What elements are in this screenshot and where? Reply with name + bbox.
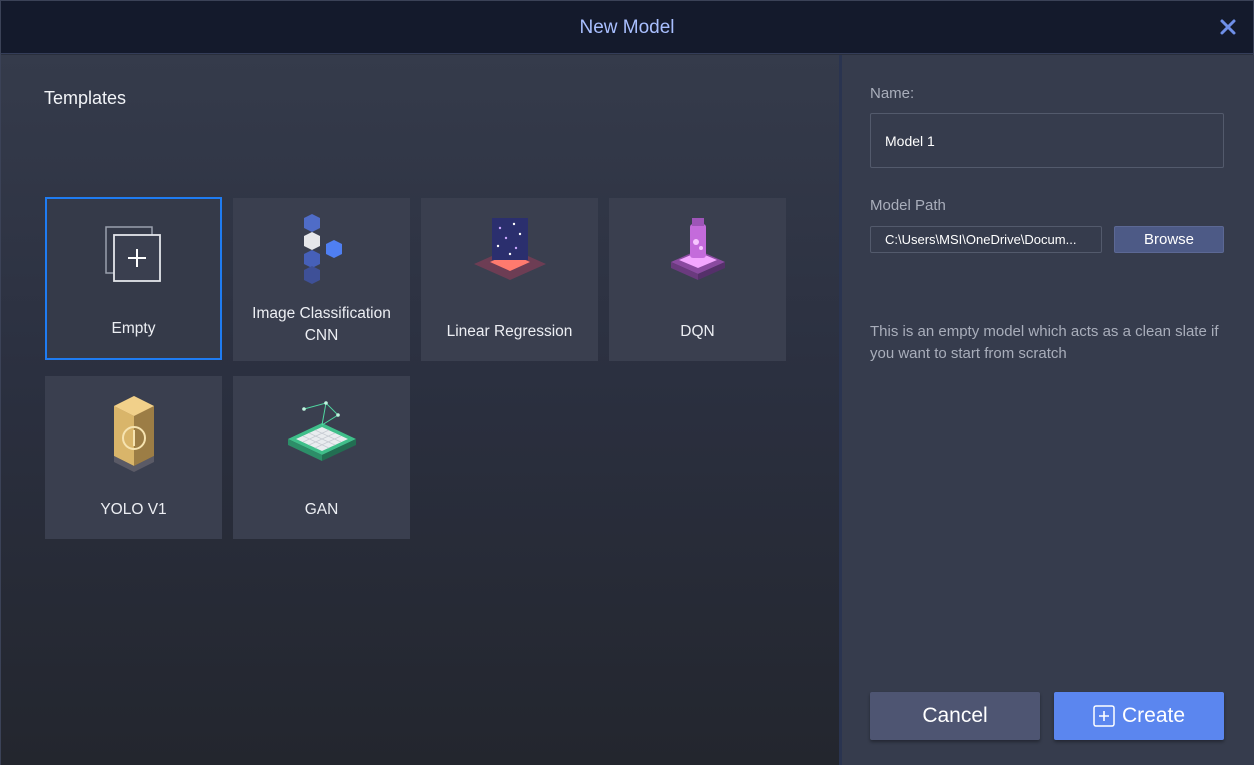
create-button-label: Create — [1121, 704, 1186, 727]
cancel-button[interactable]: Cancel — [870, 692, 1040, 740]
template-image-classification-cnn[interactable]: Image Classification CNN — [233, 198, 410, 361]
close-button[interactable] — [1217, 16, 1239, 38]
dialog-title: New Model — [579, 17, 675, 38]
templates-panel: Templates Empty Image Classification CNN… — [1, 55, 839, 765]
plus-box-icon — [1093, 705, 1115, 727]
titlebar: New Model — [1, 1, 1253, 54]
template-label: Image Classification CNN — [252, 305, 391, 344]
template-empty[interactable]: Empty — [45, 197, 222, 360]
new-model-dialog: New Model Templates Empty Image Classifi… — [0, 0, 1254, 765]
template-description: This is an empty model which acts as a c… — [870, 323, 1219, 362]
template-yolo-v1[interactable]: YOLO V1 — [45, 376, 222, 539]
name-label: Name: — [870, 85, 915, 102]
close-icon — [1220, 19, 1236, 35]
model-path-input[interactable]: C:\Users\MSI\OneDrive\Docum... — [870, 226, 1102, 253]
model-path-label: Model Path — [870, 197, 946, 214]
template-label: Linear Regression — [446, 323, 573, 340]
linear-regression-icon — [473, 218, 546, 280]
template-label: Empty — [111, 320, 156, 337]
name-input[interactable] — [870, 113, 1224, 168]
templates-heading: Templates — [44, 88, 127, 108]
template-label: DQN — [680, 323, 715, 340]
template-linear-regression[interactable]: Linear Regression — [421, 198, 598, 361]
gan-grid-icon — [287, 401, 356, 461]
dqn-flask-icon — [670, 218, 725, 280]
browse-button[interactable]: Browse — [1114, 226, 1224, 253]
cnn-cubes-icon — [303, 214, 342, 284]
details-panel: Name: Model Path C:\Users\MSI\OneDrive\D… — [842, 55, 1254, 765]
create-button[interactable]: Create — [1054, 692, 1224, 740]
template-label: GAN — [304, 501, 339, 518]
empty-template-icon — [104, 226, 161, 282]
template-label: YOLO V1 — [100, 501, 167, 518]
yolo-prism-icon — [113, 396, 154, 472]
template-gan[interactable]: GAN — [233, 376, 410, 539]
template-dqn[interactable]: DQN — [609, 198, 786, 361]
